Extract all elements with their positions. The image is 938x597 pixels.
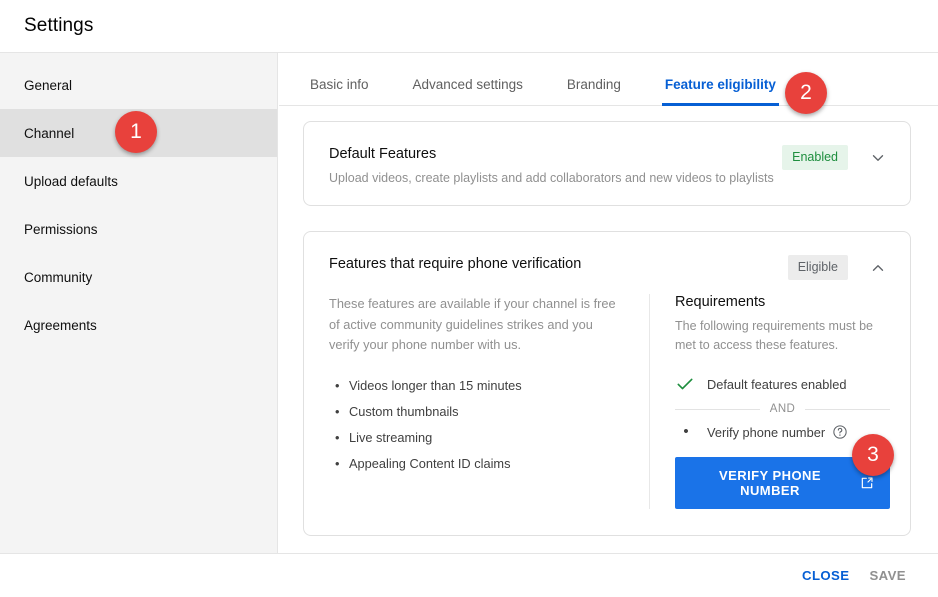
status-badge-eligible: Eligible <box>787 255 848 280</box>
panel-area: Default Features Upload videos, create p… <box>279 106 938 536</box>
annotation-badge-1: 1 <box>115 111 157 153</box>
sidebar-item-label: Permissions <box>24 221 98 237</box>
sidebar-item-upload-defaults[interactable]: Upload defaults <box>0 157 277 205</box>
phone-verification-body: These features are available if your cha… <box>304 280 910 535</box>
default-features-title: Default Features <box>329 146 437 162</box>
sidebar-item-label: Agreements <box>24 317 97 333</box>
requirement-met-label: Default features enabled <box>707 376 847 392</box>
sidebar-item-label: Channel <box>24 125 75 141</box>
verify-phone-number-label: VERIFY PHONE NUMBER <box>719 468 821 498</box>
sidebar-item-label: General <box>24 77 73 93</box>
save-button[interactable]: SAVE <box>859 560 916 591</box>
list-item: Custom thumbnails <box>335 399 625 425</box>
requirements-column: Requirements The following requirements … <box>649 294 890 509</box>
phone-verification-card: Features that require phone verification… <box>303 231 911 536</box>
chevron-up-icon[interactable] <box>866 256 890 280</box>
default-features-header[interactable]: Default Features Upload videos, create p… <box>304 122 910 205</box>
tab-basic-info[interactable]: Basic info <box>310 77 369 105</box>
sidebar-item-agreements[interactable]: Agreements <box>0 301 277 349</box>
sidebar-item-label: Community <box>24 269 93 285</box>
status-badge-enabled: Enabled <box>782 145 848 170</box>
and-separator-label: AND <box>769 403 796 415</box>
tab-advanced-settings[interactable]: Advanced settings <box>413 77 523 105</box>
annotation-badge-3: 3 <box>852 434 894 476</box>
sidebar-item-permissions[interactable]: Permissions <box>0 205 277 253</box>
tab-bar: Basic info Advanced settings Branding Fe… <box>279 53 938 106</box>
sidebar-item-community[interactable]: Community <box>0 253 277 301</box>
requirements-title: Requirements <box>675 294 766 310</box>
check-icon <box>675 374 697 394</box>
settings-dialog: Settings General Channel Upload defaults… <box>0 0 938 597</box>
external-link-icon <box>859 475 875 491</box>
close-button[interactable]: CLOSE <box>792 560 859 591</box>
settings-content: Basic info Advanced settings Branding Fe… <box>279 53 938 553</box>
tab-label: Basic info <box>310 77 369 92</box>
dialog-header: Settings <box>0 0 938 53</box>
phone-verification-title: Features that require phone verification <box>329 256 582 272</box>
features-column: These features are available if your cha… <box>329 294 649 509</box>
chevron-down-icon[interactable] <box>866 146 890 170</box>
requirement-pending-row: Verify phone number <box>675 424 890 440</box>
default-features-subtitle: Upload videos, create playlists and add … <box>329 171 774 185</box>
default-features-card: Default Features Upload videos, create p… <box>303 121 911 206</box>
requirement-pending-label: Verify phone number <box>707 424 826 440</box>
feature-list: Videos longer than 15 minutes Custom thu… <box>329 373 625 477</box>
tab-label: Feature eligibility <box>664 77 776 92</box>
bullet-icon <box>675 425 697 439</box>
list-item: Appealing Content ID claims <box>335 451 625 477</box>
list-item: Live streaming <box>335 425 625 451</box>
sidebar-item-general[interactable]: General <box>0 61 277 109</box>
and-separator: AND <box>675 403 890 415</box>
phone-verification-header[interactable]: Features that require phone verification… <box>304 232 910 280</box>
tab-branding[interactable]: Branding <box>567 77 621 105</box>
list-item: Videos longer than 15 minutes <box>335 373 625 399</box>
page-title: Settings <box>24 15 94 36</box>
tab-label: Advanced settings <box>412 77 523 92</box>
tab-label: Branding <box>566 77 621 92</box>
annotation-badge-2: 2 <box>785 72 827 114</box>
requirement-met-row: Default features enabled <box>675 374 890 394</box>
requirements-subtitle: The following requirements must be met t… <box>675 319 874 352</box>
dialog-footer: CLOSE SAVE <box>0 553 938 597</box>
help-circle-icon[interactable] <box>832 424 848 440</box>
phone-verification-description: These features are available if your cha… <box>329 296 616 352</box>
tab-feature-eligibility[interactable]: Feature eligibility <box>661 77 779 106</box>
phone-verification-title-wrap: Features that require phone verification <box>329 254 788 274</box>
default-features-text: Default Features Upload videos, create p… <box>329 144 782 187</box>
sidebar-item-label: Upload defaults <box>24 173 118 189</box>
